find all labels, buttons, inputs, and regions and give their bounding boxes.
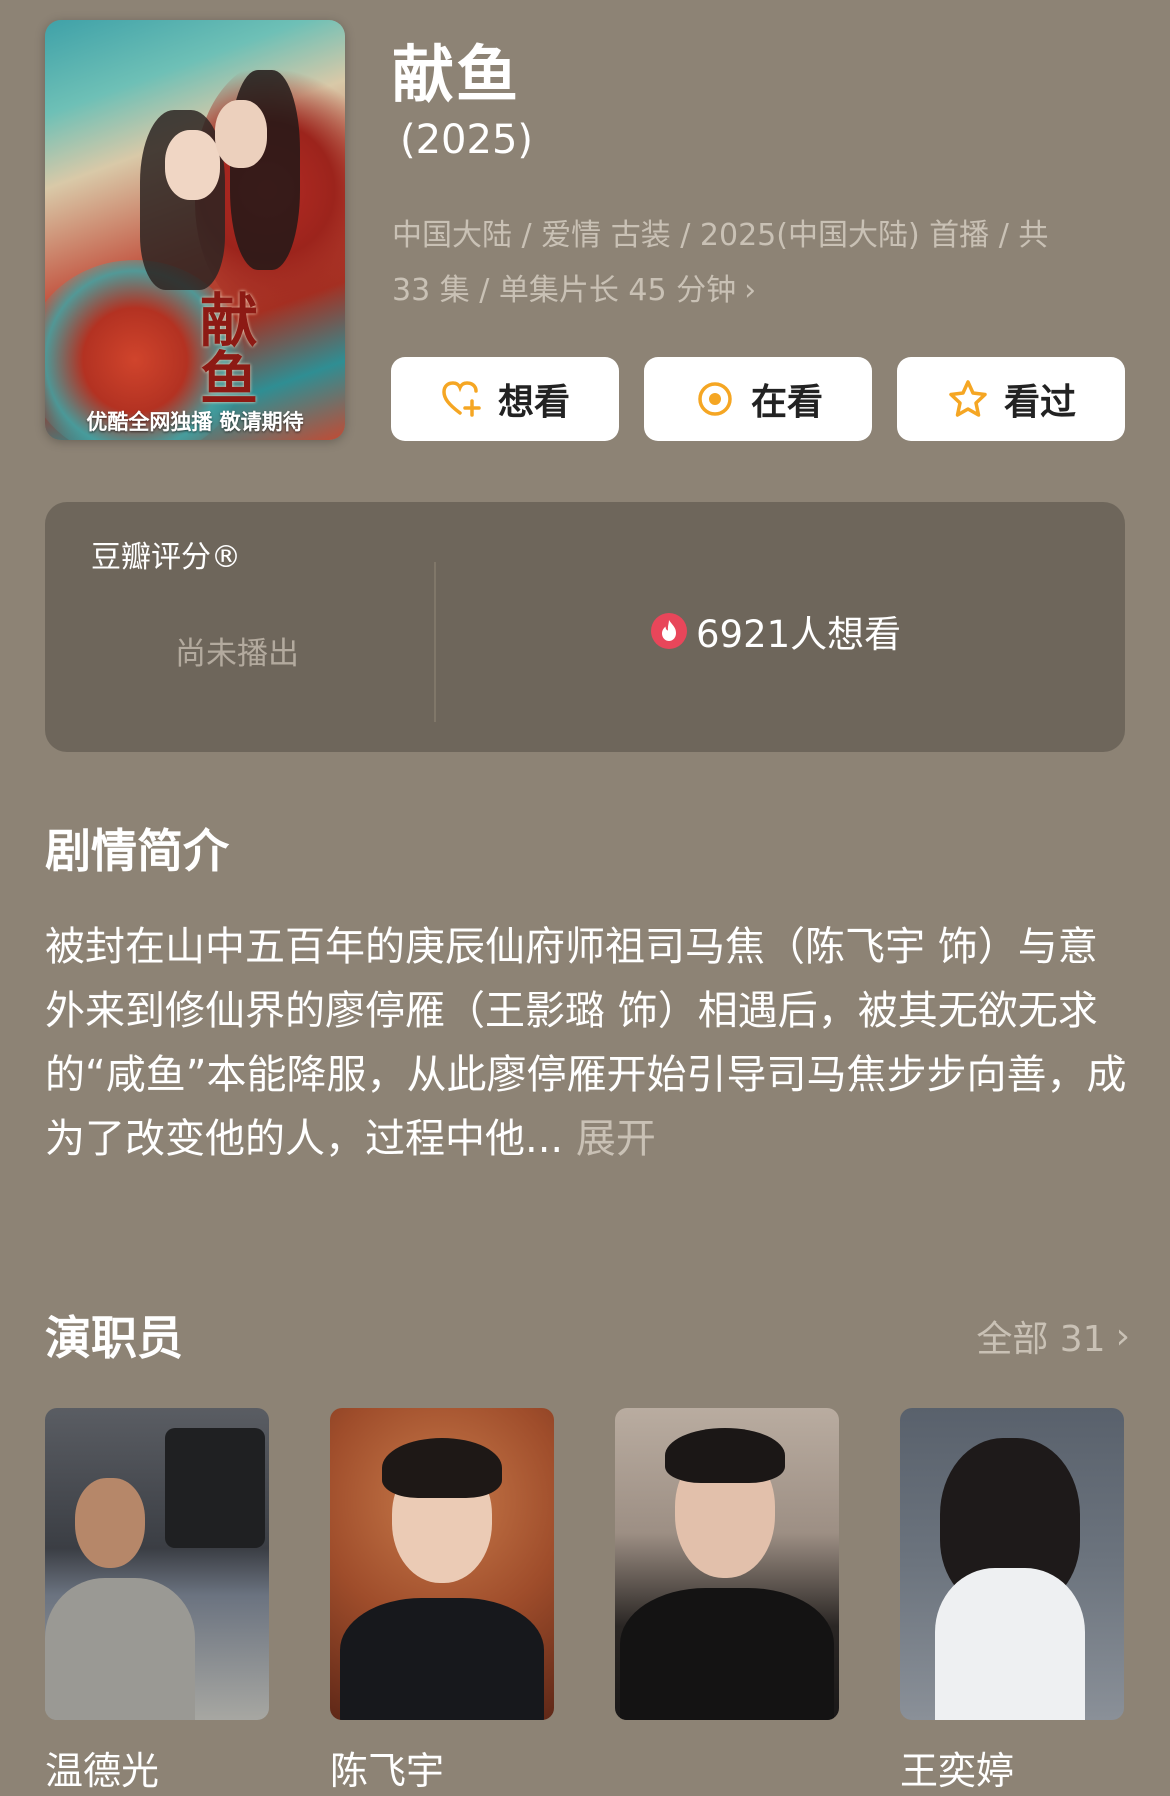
chevron-right-icon: › [744, 273, 757, 308]
cast-photo-figure [935, 1568, 1085, 1720]
rating-status: 尚未播出 [175, 636, 299, 672]
chevron-right-icon: › [1115, 1315, 1130, 1357]
want-to-watch-button[interactable]: 想看 [391, 357, 619, 441]
cast-photo-camera [165, 1428, 265, 1548]
cast-photo-figure [75, 1478, 145, 1568]
watching-button[interactable]: 在看 [644, 357, 872, 441]
poster-tagline: 优酷全网独播 敬请期待 [86, 410, 304, 434]
meta-info[interactable]: 中国大陆 / 爱情 古装 / 2025(中国大陆) 首播 / 共 33 集 / … [392, 208, 1112, 318]
watched-button[interactable]: 看过 [897, 357, 1125, 441]
meta-line-2: 33 集 / 单集片长 45 分钟 [392, 273, 737, 308]
cast-photo[interactable] [615, 1408, 839, 1720]
want-count-label: 6921人想看 [696, 613, 902, 656]
want-to-watch-label: 想看 [497, 382, 570, 423]
cast-name[interactable]: 陈飞宇 [330, 1740, 444, 1795]
poster-calligraphy: 献鱼 [190, 290, 258, 406]
rating-divider [434, 562, 436, 722]
cast-photo-figure [665, 1428, 785, 1483]
rating-card[interactable]: 豆瓣评分® 尚未播出 6921人想看 [45, 502, 1125, 752]
cast-photo-figure [382, 1438, 502, 1498]
watched-label: 看过 [1003, 382, 1076, 423]
star-icon [949, 380, 987, 417]
expand-link[interactable]: 展开 [576, 1116, 656, 1162]
cast-name[interactable]: 王奕婷 [900, 1740, 1014, 1795]
cast-all-link[interactable]: 全部 31 › [976, 1310, 1130, 1362]
page-title: 献鱼 [392, 38, 521, 111]
synopsis-text: 被封在山中五百年的庚辰仙府师祖司马焦（陈飞宇 饰）与意外来到修仙界的廖停雁（王影… [45, 915, 1130, 1171]
target-circle-icon [698, 382, 732, 416]
cast-name[interactable]: 温德光 [45, 1740, 159, 1795]
meta-line-1: 中国大陆 / 爱情 古装 / 2025(中国大陆) 首播 / 共 [392, 218, 1049, 253]
want-count: 6921人想看 [650, 604, 901, 658]
cast-photo-figure [45, 1578, 195, 1720]
cast-heading: 演职员 [45, 1311, 183, 1365]
douban-rating-title: 豆瓣评分® [91, 540, 241, 575]
cast-photo[interactable] [900, 1408, 1124, 1720]
poster-art-face [165, 130, 220, 200]
cast-photo-figure [340, 1598, 544, 1720]
fire-icon [651, 613, 687, 649]
release-year: (2025) [400, 117, 534, 163]
heart-plus-icon [442, 381, 481, 417]
poster-image[interactable]: 献鱼 优酷全网独播 敬请期待 [45, 20, 345, 440]
watching-label: 在看 [750, 382, 823, 423]
cast-photo[interactable] [45, 1408, 269, 1720]
synopsis-heading: 剧情简介 [45, 824, 229, 878]
poster-art-face [215, 100, 267, 168]
cast-photo-figure [620, 1588, 834, 1720]
cast-photo[interactable] [330, 1408, 554, 1720]
cast-all-label: 全部 31 [976, 1319, 1106, 1360]
